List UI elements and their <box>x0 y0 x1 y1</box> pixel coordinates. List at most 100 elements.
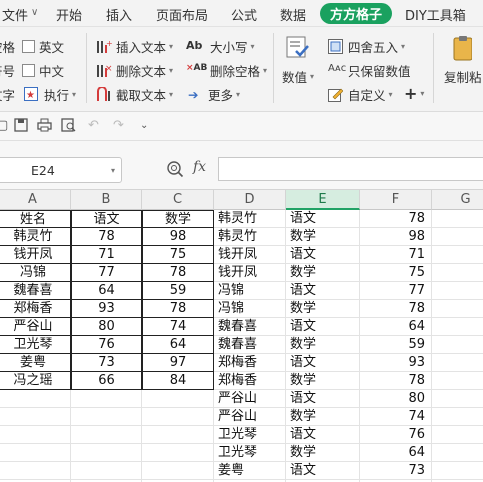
left-table-cell[interactable]: 80 <box>71 318 142 336</box>
right-table-value-cell[interactable]: 76 <box>360 426 432 444</box>
right-table-value-cell[interactable]: 77 <box>360 282 432 300</box>
menu-data[interactable]: 数据 <box>280 5 306 24</box>
ribbon-space-label[interactable]: 空格 <box>0 37 15 56</box>
grid-cell[interactable] <box>432 264 483 282</box>
delete-space-button[interactable]: ×AB 删除空格 ▾ <box>186 61 267 80</box>
grid-cell[interactable] <box>142 390 214 408</box>
chinese-checkbox[interactable]: 中文 <box>22 61 64 80</box>
grid-cell[interactable] <box>432 444 483 462</box>
right-table-value-cell[interactable]: 78 <box>360 300 432 318</box>
left-table-cell[interactable]: 66 <box>71 372 142 390</box>
grid-cell[interactable] <box>0 444 71 462</box>
chevron-down-icon[interactable]: ∨ <box>31 7 38 18</box>
extract-text-button[interactable]: 截取文本 ▾ <box>96 85 173 104</box>
right-table-value-cell[interactable]: 80 <box>360 390 432 408</box>
right-table-value-cell[interactable]: 73 <box>360 462 432 480</box>
left-table-cell[interactable]: 59 <box>142 282 214 300</box>
grid-cell[interactable] <box>432 426 483 444</box>
right-table-cell[interactable]: 数学 <box>286 408 360 426</box>
right-table-cell[interactable]: 郑梅香 <box>214 354 286 372</box>
grid-cell[interactable] <box>432 246 483 264</box>
right-table-cell[interactable]: 韩灵竹 <box>214 228 286 246</box>
right-table-cell[interactable]: 严谷山 <box>214 408 286 426</box>
left-table-cell[interactable]: 姜粤 <box>0 354 71 372</box>
right-table-cell[interactable]: 语文 <box>286 246 360 264</box>
grid-cell[interactable] <box>0 426 71 444</box>
left-table-cell[interactable]: 78 <box>142 300 214 318</box>
left-table-header-cell[interactable]: 数学 <box>142 210 214 228</box>
right-table-value-cell[interactable]: 78 <box>360 372 432 390</box>
english-checkbox[interactable]: 英文 <box>22 37 64 56</box>
grid-cell[interactable] <box>432 462 483 480</box>
open-icon[interactable]: ▢ <box>0 118 8 133</box>
grid-cell[interactable] <box>71 462 142 480</box>
keep-numeric-button[interactable]: Aᴀᴄ 只保留数值 <box>328 61 411 80</box>
more-button[interactable]: ➔ 更多 ▾ <box>188 85 240 104</box>
left-table-cell[interactable]: 魏春喜 <box>0 282 71 300</box>
left-table-header-cell[interactable]: 语文 <box>71 210 142 228</box>
grid-cell[interactable] <box>432 390 483 408</box>
right-table-cell[interactable]: 郑梅香 <box>214 372 286 390</box>
column-header-f[interactable]: F <box>360 190 432 210</box>
left-table-cell[interactable]: 97 <box>142 354 214 372</box>
left-table-cell[interactable]: 卫光琴 <box>0 336 71 354</box>
right-table-cell[interactable]: 数学 <box>286 372 360 390</box>
right-table-cell[interactable]: 语文 <box>286 390 360 408</box>
right-table-value-cell[interactable]: 93 <box>360 354 432 372</box>
left-table-header-cell[interactable]: 姓名 <box>0 210 71 228</box>
left-table-cell[interactable]: 韩灵竹 <box>0 228 71 246</box>
zoom-lookup-icon[interactable] <box>166 160 184 182</box>
left-table-cell[interactable]: 钱开凤 <box>0 246 71 264</box>
copy-paste-button[interactable]: 复制粘 <box>444 35 482 86</box>
right-table-value-cell[interactable]: 71 <box>360 246 432 264</box>
left-table-cell[interactable]: 64 <box>142 336 214 354</box>
right-table-cell[interactable]: 魏春喜 <box>214 318 286 336</box>
ribbon-text-label[interactable]: 文字 <box>0 85 15 104</box>
left-table-cell[interactable]: 75 <box>142 246 214 264</box>
ribbon-symbol-label[interactable]: 符号 <box>0 61 15 80</box>
grid-cell[interactable] <box>432 408 483 426</box>
left-table-cell[interactable]: 93 <box>71 300 142 318</box>
grid-cell[interactable] <box>142 462 214 480</box>
left-table-cell[interactable]: 74 <box>142 318 214 336</box>
menu-formulas[interactable]: 公式 <box>231 5 257 24</box>
right-table-cell[interactable]: 数学 <box>286 264 360 282</box>
left-table-cell[interactable]: 冯之瑶 <box>0 372 71 390</box>
right-table-cell[interactable]: 语文 <box>286 462 360 480</box>
grid-cell[interactable] <box>0 462 71 480</box>
round-button[interactable]: 四舍五入 ▾ <box>328 37 405 56</box>
name-box[interactable]: E24 ▾ <box>0 157 122 183</box>
left-table-cell[interactable]: 郑梅香 <box>0 300 71 318</box>
left-table-cell[interactable]: 84 <box>142 372 214 390</box>
column-header-c[interactable]: C <box>142 190 214 210</box>
numeric-button[interactable]: 数值 ▾ <box>282 35 314 86</box>
right-table-cell[interactable]: 严谷山 <box>214 390 286 408</box>
left-table-cell[interactable]: 冯锦 <box>0 264 71 282</box>
left-table-cell[interactable]: 71 <box>71 246 142 264</box>
customize-toolbar-chevron-icon[interactable]: ⌄ <box>140 120 148 131</box>
grid-cell[interactable] <box>432 354 483 372</box>
right-table-value-cell[interactable]: 78 <box>360 210 432 228</box>
formula-input[interactable] <box>218 157 483 181</box>
right-table-cell[interactable]: 姜粤 <box>214 462 286 480</box>
grid-cell[interactable] <box>432 282 483 300</box>
left-table-cell[interactable]: 64 <box>71 282 142 300</box>
grid-cell[interactable] <box>71 408 142 426</box>
custom-button[interactable]: 自定义 ▾ <box>328 85 393 104</box>
column-header-b[interactable]: B <box>71 190 142 210</box>
right-table-cell[interactable]: 语文 <box>286 426 360 444</box>
right-table-cell[interactable]: 钱开凤 <box>214 246 286 264</box>
fx-icon[interactable]: fx <box>193 159 206 175</box>
right-table-cell[interactable]: 魏春喜 <box>214 336 286 354</box>
right-table-cell[interactable]: 语文 <box>286 210 360 228</box>
right-table-cell[interactable]: 数学 <box>286 228 360 246</box>
insert-text-button[interactable]: + 插入文本 ▾ <box>96 37 173 56</box>
right-table-value-cell[interactable]: 64 <box>360 318 432 336</box>
grid-cell[interactable] <box>432 336 483 354</box>
left-table-cell[interactable]: 76 <box>71 336 142 354</box>
right-table-cell[interactable]: 卫光琴 <box>214 444 286 462</box>
right-table-cell[interactable]: 语文 <box>286 318 360 336</box>
grid-cell[interactable] <box>71 444 142 462</box>
grid-cell[interactable] <box>142 444 214 462</box>
grid-cell[interactable] <box>71 426 142 444</box>
